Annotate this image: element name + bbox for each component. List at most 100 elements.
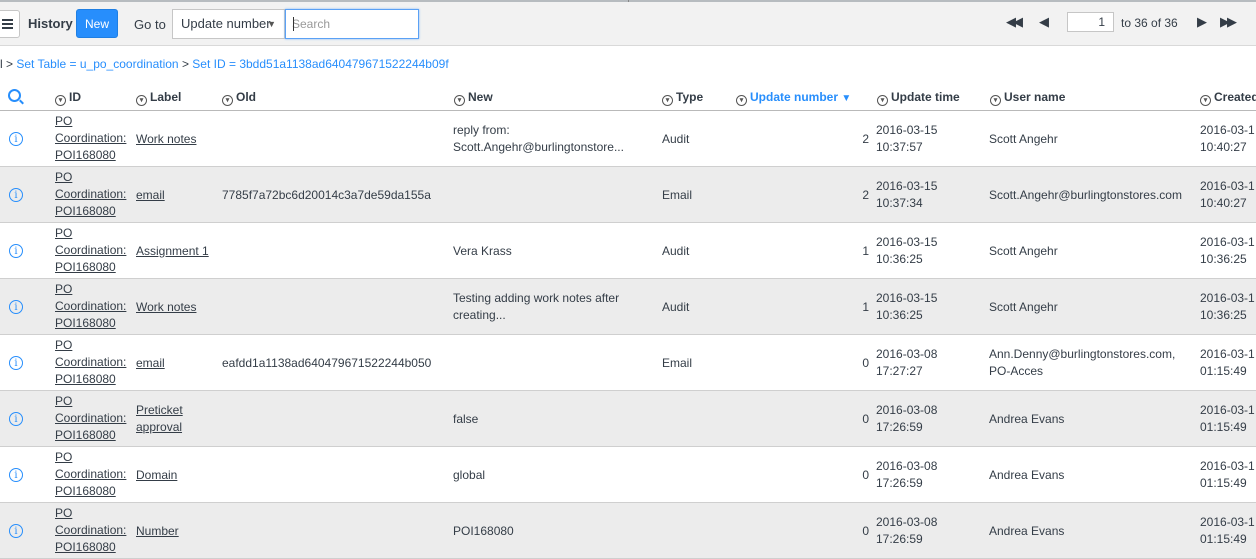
column-header-update-time[interactable]: ▾ Update time	[877, 90, 960, 106]
info-icon[interactable]: i	[9, 300, 23, 314]
last-page-icon[interactable]: ▶▶	[1220, 14, 1237, 30]
id-cell[interactable]: PO Coordination: POI168080	[55, 113, 126, 164]
info-icon[interactable]: i	[9, 188, 23, 202]
cell-line[interactable]: approval	[136, 419, 183, 436]
column-header-id[interactable]: ▾ ID	[55, 90, 81, 106]
cell-line[interactable]: Preticket	[136, 402, 183, 419]
cell-line[interactable]: Coordination:	[55, 242, 126, 259]
search-input[interactable]: Search	[285, 9, 419, 39]
cell-line[interactable]: Coordination:	[55, 466, 126, 483]
cell-line[interactable]: Coordination:	[55, 298, 126, 315]
column-menu-icon[interactable]: ▾	[662, 95, 673, 106]
label-cell[interactable]: Preticket approval	[136, 402, 183, 436]
type-cell: Audit	[662, 131, 690, 146]
id-cell[interactable]: PO Coordination: POI168080	[55, 449, 126, 500]
column-header-type[interactable]: ▾ Type	[662, 90, 703, 106]
cell-line[interactable]: PO	[55, 281, 126, 298]
column-header-label[interactable]: ▾ Label	[136, 90, 181, 106]
cell-line: 2016-03-15	[876, 179, 938, 193]
id-cell[interactable]: PO Coordination: POI168080	[55, 337, 126, 388]
table-row: i PO Coordination: POI168080 Domain global 0 20…	[0, 447, 1256, 503]
column-header-user-name[interactable]: ▾ User name	[990, 90, 1065, 106]
cell-line[interactable]: POI168080	[55, 259, 126, 276]
column-menu-icon[interactable]: ▾	[454, 95, 465, 106]
breadcrumb-table[interactable]: Set Table = u_po_coordination	[16, 57, 178, 71]
info-icon[interactable]: i	[9, 244, 23, 258]
id-cell[interactable]: PO Coordination: POI168080	[55, 281, 126, 332]
label-cell[interactable]: email	[136, 355, 165, 372]
field-select[interactable]: Update number ▼	[172, 9, 285, 39]
cell-line[interactable]: email	[136, 187, 165, 204]
next-page-icon[interactable]: ▶	[1197, 14, 1207, 30]
breadcrumb-set-id[interactable]: Set ID = 3bdd51a1138ad640479671522244b09…	[192, 57, 448, 71]
created-cell: 2016-03-1 01:15:49	[1200, 514, 1255, 548]
column-header-created[interactable]: ▾ Created	[1200, 90, 1256, 106]
info-icon[interactable]: i	[9, 412, 23, 426]
cell-line[interactable]: Coordination:	[55, 354, 126, 371]
info-icon[interactable]: i	[9, 524, 23, 538]
info-icon[interactable]: i	[9, 132, 23, 146]
column-header-update-number[interactable]: ▾ Update number ▼	[736, 90, 851, 106]
label-cell[interactable]: Number	[136, 523, 179, 540]
column-menu-icon[interactable]: ▾	[136, 95, 147, 106]
cell-line[interactable]: Work notes	[136, 131, 196, 148]
column-menu-icon[interactable]: ▾	[877, 95, 888, 106]
cell-line: 10:36:25	[876, 308, 923, 322]
column-menu-icon[interactable]: ▾	[55, 95, 66, 106]
cell-line[interactable]: Coordination:	[55, 410, 126, 427]
cell-line[interactable]: Assignment 1	[136, 243, 209, 260]
cell-line[interactable]: Coordination:	[55, 522, 126, 539]
cell-line[interactable]: POI168080	[55, 203, 126, 220]
info-icon[interactable]: i	[9, 468, 23, 482]
cell-line[interactable]: Number	[136, 523, 179, 540]
previous-page-icon[interactable]: ◀	[1039, 14, 1049, 30]
cell-line[interactable]: POI168080	[55, 371, 126, 388]
cell-line: Andrea Evans	[989, 467, 1065, 482]
column-header-new[interactable]: ▾ New	[454, 90, 493, 106]
label-cell[interactable]: Assignment 1	[136, 243, 209, 260]
cell-line: Vera Krass	[453, 243, 512, 258]
column-menu-icon[interactable]: ▾	[222, 95, 233, 106]
cell-line[interactable]: PO	[55, 393, 126, 410]
label-cell[interactable]: Work notes	[136, 131, 196, 148]
cell-line[interactable]: PO	[55, 337, 126, 354]
id-cell[interactable]: PO Coordination: POI168080	[55, 169, 126, 220]
cell-line: 2016-03-1	[1200, 179, 1255, 193]
id-cell[interactable]: PO Coordination: POI168080	[55, 225, 126, 276]
column-header-old[interactable]: ▾ Old	[222, 90, 256, 106]
cell-line[interactable]: PO	[55, 225, 126, 242]
update-number-cell: 0	[862, 523, 869, 538]
cell-line[interactable]: PO	[55, 505, 126, 522]
update-number-cell: 2	[862, 131, 869, 146]
column-menu-icon[interactable]: ▾	[1200, 95, 1211, 106]
id-cell[interactable]: PO Coordination: POI168080	[55, 393, 126, 444]
id-cell[interactable]: PO Coordination: POI168080	[55, 505, 126, 556]
column-search-icon[interactable]	[8, 89, 21, 102]
label-cell[interactable]: Work notes	[136, 299, 196, 316]
cell-line[interactable]: POI168080	[55, 147, 126, 164]
update-time-cell: 2016-03-15 10:36:25	[876, 290, 937, 324]
cell-line[interactable]: POI168080	[55, 539, 126, 556]
page-number-input[interactable]: 1	[1067, 12, 1114, 32]
cell-line[interactable]: PO	[55, 113, 126, 130]
cell-line[interactable]: Coordination:	[55, 186, 126, 203]
label-cell[interactable]: Domain	[136, 467, 177, 484]
column-menu-icon[interactable]: ▾	[990, 95, 1001, 106]
cell-line[interactable]: Work notes	[136, 299, 196, 316]
cell-line[interactable]: PO	[55, 169, 126, 186]
first-page-icon[interactable]: ◀◀	[1006, 14, 1023, 30]
cell-line[interactable]: POI168080	[55, 483, 126, 500]
cell-line[interactable]: POI168080	[55, 315, 126, 332]
context-menu-button[interactable]	[0, 10, 20, 38]
cell-line[interactable]: email	[136, 355, 165, 372]
label-cell[interactable]: email	[136, 187, 165, 204]
new-button[interactable]: New	[76, 9, 118, 38]
info-icon[interactable]: i	[9, 356, 23, 370]
cell-line[interactable]: Domain	[136, 467, 177, 484]
cell-line[interactable]: PO	[55, 449, 126, 466]
cell-line[interactable]: Coordination:	[55, 130, 126, 147]
column-menu-icon[interactable]: ▾	[736, 95, 747, 106]
cell-line[interactable]: POI168080	[55, 427, 126, 444]
cell-line: PO-Acces	[989, 364, 1044, 378]
update-number-cell: 1	[862, 243, 869, 258]
